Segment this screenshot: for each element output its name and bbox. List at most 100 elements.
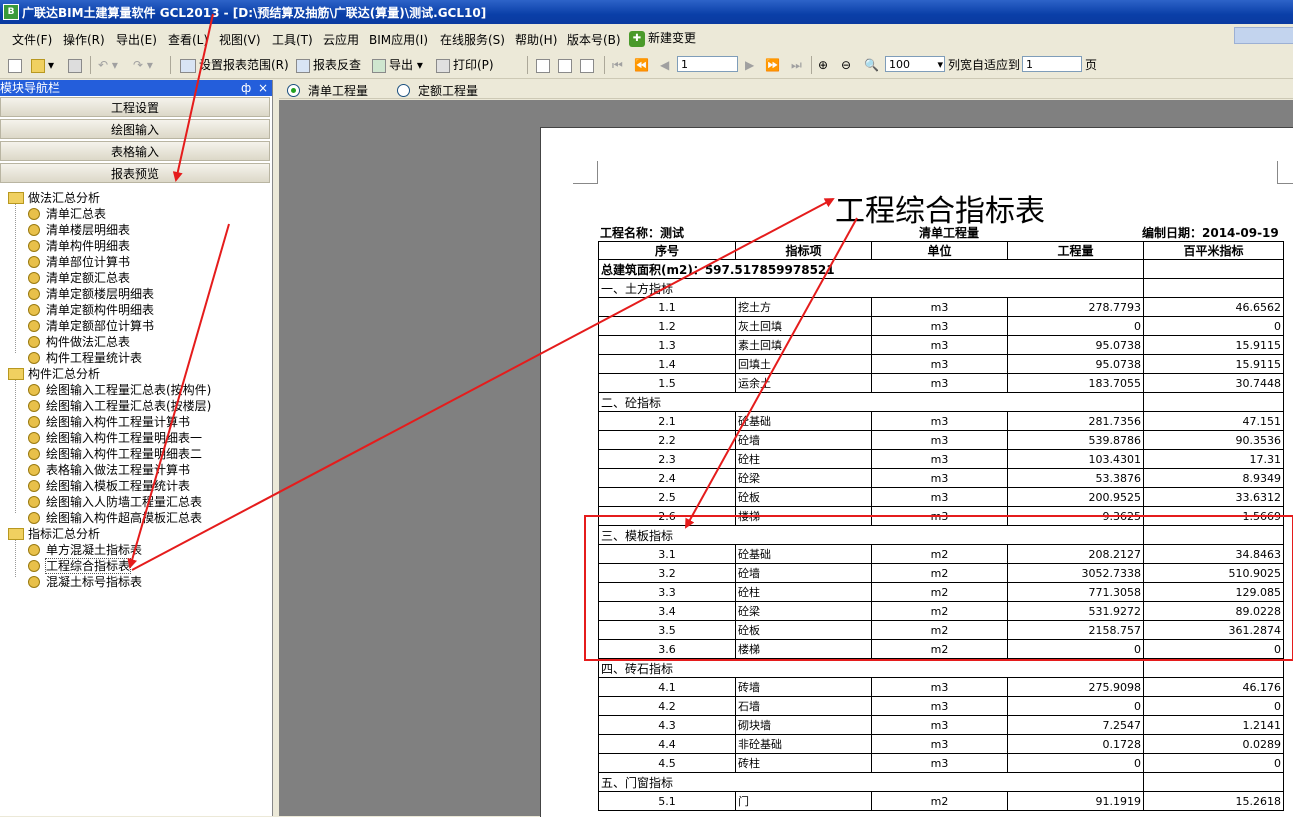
section-title: 五、门窗指标 [598, 772, 1144, 792]
table-row: 1.3 素土回填 m3 95.0738 15.9115 [598, 335, 1284, 355]
tree-item[interactable]: 绘图输入工程量汇总表(按楼层) [28, 398, 211, 414]
tree-item[interactable]: 清单定额汇总表 [28, 270, 130, 286]
item-cell: 挖土方 [735, 297, 872, 317]
tree-item[interactable]: 构件做法汇总表 [28, 334, 130, 350]
nav-project-settings[interactable]: 工程设置 [0, 97, 270, 117]
undo-button[interactable]: ↶ ▾ [98, 56, 118, 74]
report-check-icon [296, 58, 310, 73]
last-page-icon: ⏭ [791, 58, 802, 72]
item-cell: 砼墙 [735, 430, 872, 450]
menu-view-l[interactable]: 查看(L) [168, 31, 208, 48]
tree-item[interactable]: 混凝土标号指标表 [28, 574, 142, 590]
unit-cell: m3 [871, 487, 1008, 507]
unit-cell: m3 [871, 715, 1008, 735]
export-button[interactable]: 导出 ▾ [372, 56, 423, 74]
pin-icon[interactable]: ф [241, 80, 251, 96]
new-change-button[interactable]: ✚ 新建变更 [629, 29, 696, 47]
table-row: 1.5 运余土 m3 183.7055 30.7448 [598, 373, 1284, 393]
radio-bill-quantity[interactable]: 清单工程量 [287, 82, 368, 99]
first-page-button[interactable]: ⏮ [612, 56, 623, 74]
tree-item[interactable]: 绘图输入人防墙工程量汇总表 [28, 494, 202, 510]
radio-label: 清单工程量 [308, 84, 369, 98]
prev-page-button[interactable]: ◀ [660, 56, 669, 74]
zoom-out-button[interactable]: ⊖ [841, 56, 851, 74]
menu-view[interactable]: 视图(V) [219, 31, 261, 48]
tree-group-index[interactable]: 指标汇总分析 [8, 526, 100, 542]
redo-button[interactable]: ↷ ▾ [133, 56, 153, 74]
tree-item[interactable]: 绘图输入模板工程量统计表 [28, 478, 190, 494]
menu-operate[interactable]: 操作(R) [63, 31, 105, 48]
radio-quota-quantity[interactable]: 定额工程量 [397, 82, 478, 99]
multi-page-button[interactable] [580, 56, 597, 74]
tree-item[interactable]: 绘图输入构件超高模板汇总表 [28, 510, 202, 526]
menu-tools[interactable]: 工具(T) [272, 31, 313, 48]
set-report-range-button[interactable]: 设置报表范围(R) [180, 56, 289, 74]
tree-item[interactable]: 绘图输入构件工程量明细表二 [28, 446, 202, 462]
menu-cloud[interactable]: 云应用 [323, 31, 359, 48]
module-nav-panel: 模块导航栏 ф × 工程设置 绘图输入 表格输入 报表预览 做法汇总分析 清单汇… [0, 80, 273, 816]
open-file-button[interactable]: ▾ [31, 56, 54, 74]
menu-online[interactable]: 在线服务(S) [440, 31, 505, 48]
tree-item-label: 清单定额汇总表 [46, 271, 131, 285]
menu-file[interactable]: 文件(F) [12, 31, 52, 48]
zoom-in-icon: ⊕ [818, 58, 829, 72]
report-gear-icon [28, 511, 40, 524]
tree-line [15, 203, 16, 353]
table-cell [1143, 259, 1284, 279]
zoom-in-button[interactable]: ⊕ [818, 56, 828, 74]
close-icon[interactable]: × [258, 80, 268, 96]
new-file-button[interactable] [8, 56, 25, 74]
tree-item[interactable]: 清单汇总表 [28, 206, 106, 222]
two-page-button[interactable] [558, 56, 575, 74]
save-button[interactable] [68, 56, 85, 74]
menu-version[interactable]: 版本号(B) [567, 31, 621, 48]
item-cell: 非砼基础 [735, 734, 872, 754]
unit-cell: m3 [871, 696, 1008, 716]
table-cell [1143, 772, 1284, 792]
menu-bim[interactable]: BIM应用(I) [369, 31, 428, 48]
tree-item[interactable]: 清单楼层明细表 [28, 222, 130, 238]
next-fast-button[interactable]: ⏩ [765, 56, 780, 74]
nav-drawing-input[interactable]: 绘图输入 [0, 119, 270, 139]
seq-cell: 1.2 [598, 316, 736, 336]
tree-item[interactable]: 构件工程量统计表 [28, 350, 142, 366]
tree-item[interactable]: 表格输入做法工程量计算书 [28, 462, 190, 478]
tree-group-component[interactable]: 构件汇总分析 [8, 366, 100, 382]
tree-item[interactable]: 绘图输入工程量汇总表(按构件) [28, 382, 211, 398]
nav-report-preview[interactable]: 报表预览 [0, 163, 270, 183]
print-button[interactable]: 打印(P) [436, 56, 494, 74]
tree-item-label: 清单定额楼层明细表 [46, 287, 155, 301]
tree-item-selected[interactable]: 工程综合指标表 [28, 558, 132, 574]
tree-item[interactable]: 单方混凝土指标表 [28, 542, 142, 558]
fit-width-input[interactable]: 1 [1022, 56, 1082, 72]
tree-item[interactable]: 清单定额构件明细表 [28, 302, 154, 318]
tree-item[interactable]: 清单构件明细表 [28, 238, 130, 254]
last-page-button[interactable]: ⏭ [791, 56, 802, 74]
fit-width-label: 列宽自适应到 [948, 58, 1021, 72]
app-icon: B [3, 4, 19, 20]
tree-item[interactable]: 清单部位计算书 [28, 254, 130, 270]
zoom-select[interactable]: 100 ▾ [885, 56, 945, 72]
report-check-button[interactable]: 报表反查 [296, 56, 361, 74]
single-page-button[interactable] [536, 56, 553, 74]
zoom-button[interactable]: 🔍 [864, 56, 879, 74]
nav-table-input[interactable]: 表格输入 [0, 141, 270, 161]
table-row: 1.4 回填土 m3 95.0738 15.9115 [598, 354, 1284, 374]
report-gear-icon [28, 223, 40, 236]
tree-item[interactable]: 清单定额楼层明细表 [28, 286, 154, 302]
report-gear-icon [28, 207, 40, 220]
menu-help[interactable]: 帮助(H) [515, 31, 557, 48]
tree-item[interactable]: 绘图输入构件工程量明细表一 [28, 430, 202, 446]
next-page-button[interactable]: ▶ [745, 56, 754, 74]
tree-item[interactable]: 清单定额部位计算书 [28, 318, 154, 334]
prev-fast-button[interactable]: ⏪ [634, 56, 649, 74]
menu-export[interactable]: 导出(E) [116, 31, 157, 48]
index-cell: 15.9115 [1143, 335, 1284, 355]
new-file-icon [8, 58, 22, 73]
tree-item-label: 绘图输入模板工程量统计表 [46, 479, 191, 493]
page-number-input[interactable]: 1 [677, 56, 738, 72]
seq-cell: 2.4 [598, 468, 736, 488]
tree-group-method[interactable]: 做法汇总分析 [8, 190, 100, 206]
tree-item[interactable]: 绘图输入构件工程量计算书 [28, 414, 190, 430]
item-cell: 砖墙 [735, 677, 872, 697]
